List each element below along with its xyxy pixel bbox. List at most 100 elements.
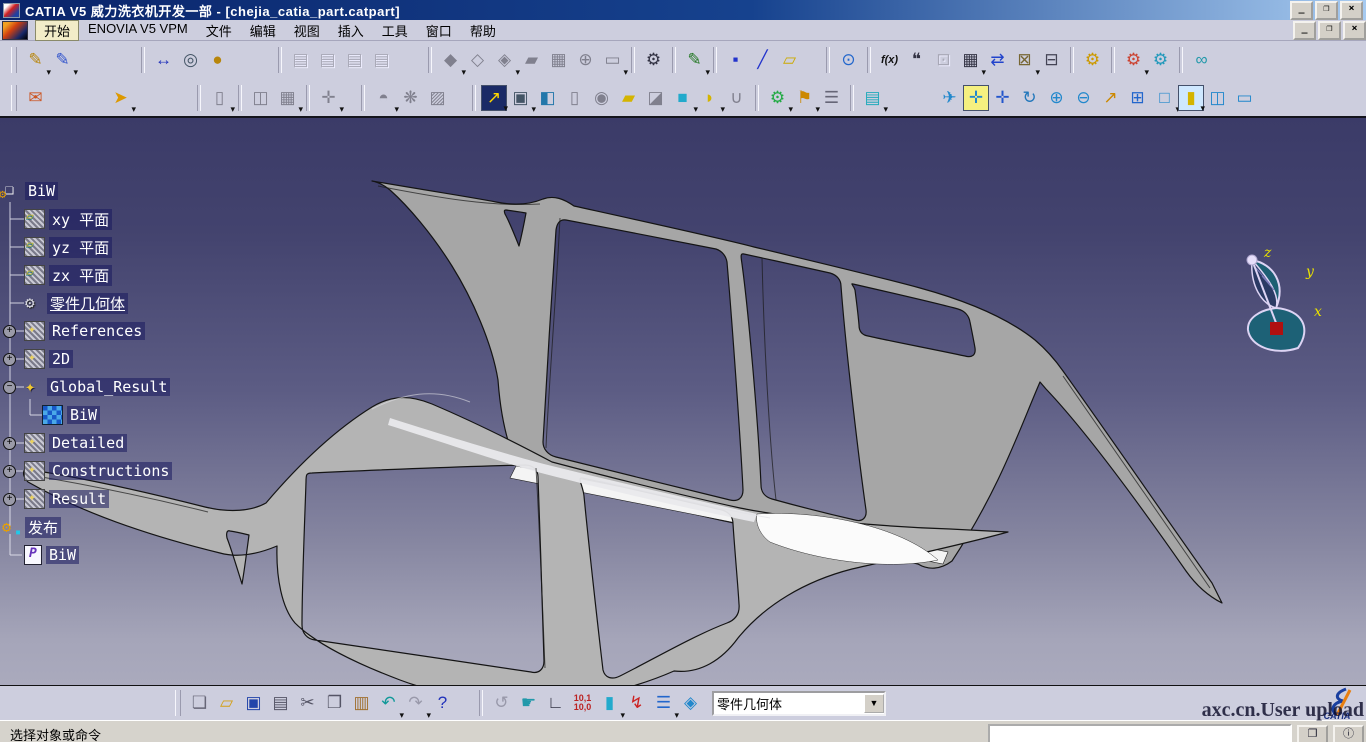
normal-view-icon[interactable]: ↗: [1097, 84, 1124, 111]
cut-icon[interactable]: ✂: [294, 690, 321, 717]
hidden-line-icon[interactable]: ◫: [1204, 84, 1231, 111]
user-feature-icon[interactable]: ⚙▾: [1120, 47, 1147, 74]
paste-icon[interactable]: ▥: [348, 690, 375, 717]
pocket-icon[interactable]: ◇: [464, 47, 491, 74]
doc-template-icon[interactable]: ⚙: [1147, 47, 1174, 74]
tree-item-zx-平面[interactable]: zx 平面: [24, 263, 112, 287]
tree-item-biw[interactable]: BiW: [2, 179, 58, 203]
new-doc-icon[interactable]: ❏: [186, 690, 213, 717]
tree-item-xy-平面[interactable]: xy 平面: [24, 207, 112, 231]
shaded-sphere-icon[interactable]: ◓▾: [370, 84, 397, 111]
hole-icon[interactable]: ⊕: [572, 47, 599, 74]
healing-icon[interactable]: ◗▾: [696, 84, 723, 111]
rib-icon[interactable]: ▰: [518, 47, 545, 74]
fly-mode-icon[interactable]: ✈: [936, 84, 963, 111]
menu-item-3[interactable]: 文件: [197, 20, 241, 41]
point-icon[interactable]: ▪: [722, 47, 749, 74]
tree-item-发布[interactable]: 发布: [2, 515, 61, 539]
design-table-icon[interactable]: ▦▾: [957, 47, 984, 74]
intersect-boolean-icon[interactable]: ▤: [368, 47, 395, 74]
tree-item-biw[interactable]: BiW: [42, 403, 100, 427]
tree-list-icon[interactable]: ☰: [818, 84, 845, 111]
positioned-sketch-icon[interactable]: ✎▾: [49, 47, 76, 74]
dropdown-arrow[interactable]: ▾: [339, 104, 344, 115]
viewport-3d[interactable]: BiWxy 平面yz 平面zx 平面零件几何体+References+2D−Gl…: [0, 118, 1366, 685]
join-icon[interactable]: ■▾: [669, 84, 696, 111]
send-mail-icon[interactable]: ✉: [22, 84, 49, 111]
extract-icon[interactable]: ◉: [588, 84, 615, 111]
toolbar-handle[interactable]: [175, 690, 181, 716]
save-icon[interactable]: ▣: [240, 690, 267, 717]
iso-view-icon[interactable]: □▾: [1151, 84, 1178, 111]
menu-item-4[interactable]: 编辑: [241, 20, 285, 41]
manipulate-hand-icon[interactable]: ☛: [515, 690, 542, 717]
tree-item-references[interactable]: +References: [24, 319, 145, 343]
context-help-icon[interactable]: ?: [429, 690, 456, 717]
zoom-in-icon[interactable]: ⊕: [1043, 84, 1070, 111]
insert-mode-icon[interactable]: ⚑▾: [791, 84, 818, 111]
minimize-button[interactable]: _: [1290, 1, 1313, 20]
compass-handle[interactable]: [1247, 255, 1257, 265]
menu-item-6[interactable]: 插入: [329, 20, 373, 41]
copy-icon[interactable]: ❐: [321, 690, 348, 717]
tree-item-biw[interactable]: BiW: [24, 543, 79, 567]
compass-origin-handle[interactable]: [1270, 322, 1283, 335]
look-at-icon[interactable]: ▯▾: [206, 84, 233, 111]
combo-dropdown-button[interactable]: ▼: [864, 694, 884, 713]
tree-item-detailed[interactable]: +Detailed: [24, 431, 127, 455]
assemble-boolean-icon[interactable]: ▤: [287, 47, 314, 74]
view-compass[interactable]: z y x: [1222, 246, 1332, 371]
active-body-combo[interactable]: 零件几何体 ▼: [712, 691, 886, 716]
dropdown-arrow[interactable]: ▾: [230, 104, 235, 115]
menu-item-2[interactable]: ENOVIA V5 VPM: [79, 20, 197, 41]
relations-icon[interactable]: ⇄: [984, 47, 1011, 74]
extrude-icon[interactable]: ↗▾: [481, 85, 507, 111]
collapse-icon[interactable]: −: [3, 381, 16, 394]
dropdown-arrow[interactable]: ▾: [705, 67, 710, 78]
update-icon[interactable]: ⚙▾: [764, 84, 791, 111]
expand-icon[interactable]: +: [3, 493, 16, 506]
measure-item-icon[interactable]: ◎: [177, 47, 204, 74]
offset-icon[interactable]: ▣▾: [507, 84, 534, 111]
info-button[interactable]: ⓘ: [1333, 725, 1364, 742]
compass-snap-icon[interactable]: ✛▾: [315, 84, 342, 111]
kinematics-icon[interactable]: ↯: [623, 690, 650, 717]
wireframe-icon[interactable]: ▭: [1231, 84, 1258, 111]
powercopy-icon[interactable]: ⚙: [1079, 47, 1106, 74]
boundary-icon[interactable]: ∪: [723, 84, 750, 111]
tree-item-global-result[interactable]: −Global_Result: [24, 375, 170, 399]
restore-button[interactable]: ❐: [1315, 1, 1338, 20]
instantiate-icon[interactable]: ∞: [1188, 47, 1215, 74]
plane-icon[interactable]: ▱: [776, 47, 803, 74]
line-icon[interactable]: ╱: [749, 47, 776, 74]
pan-icon[interactable]: ✛: [989, 84, 1016, 111]
menu-item-1[interactable]: 开始: [35, 20, 79, 41]
stack-list-icon[interactable]: ☰▾: [650, 690, 677, 717]
volume-render-icon[interactable]: ▮▾: [596, 690, 623, 717]
title-bar[interactable]: CATIA V5 威力洗衣机开发一部 - [chejia_catia_part.…: [0, 0, 1366, 20]
mdi-minimize-button[interactable]: _: [1293, 21, 1316, 40]
mdi-close-button[interactable]: ×: [1343, 21, 1366, 40]
undo-icon[interactable]: ↶▾: [375, 690, 402, 717]
menu-item-7[interactable]: 工具: [373, 20, 417, 41]
expand-icon[interactable]: +: [3, 437, 16, 450]
tree-item-constructions[interactable]: +Constructions: [24, 459, 172, 483]
knowledge-surface-icon[interactable]: ◈: [677, 690, 704, 717]
tree-item-yz-平面[interactable]: yz 平面: [24, 235, 112, 259]
multi-view-icon[interactable]: ⊞: [1124, 84, 1151, 111]
axis-system-icon[interactable]: ∟: [542, 690, 569, 717]
sketch-icon[interactable]: ✎▾: [22, 47, 49, 74]
menu-item-8[interactable]: 窗口: [417, 20, 461, 41]
sketcher-icon[interactable]: ✎▾: [681, 47, 708, 74]
tree-item-result[interactable]: +Result: [24, 487, 109, 511]
remove-boolean-icon[interactable]: ▤: [341, 47, 368, 74]
expand-icon[interactable]: +: [3, 353, 16, 366]
expand-icon[interactable]: +: [3, 465, 16, 478]
spray-paint-icon[interactable]: ❋: [397, 84, 424, 111]
open-icon[interactable]: ▱: [213, 690, 240, 717]
expand-icon[interactable]: +: [3, 325, 16, 338]
mirror-icon[interactable]: ▦: [545, 47, 572, 74]
menu-item-5[interactable]: 视图: [285, 20, 329, 41]
swap-visible-space-icon[interactable]: ◫: [247, 84, 274, 111]
dropdown-arrow[interactable]: ▾: [131, 104, 136, 115]
